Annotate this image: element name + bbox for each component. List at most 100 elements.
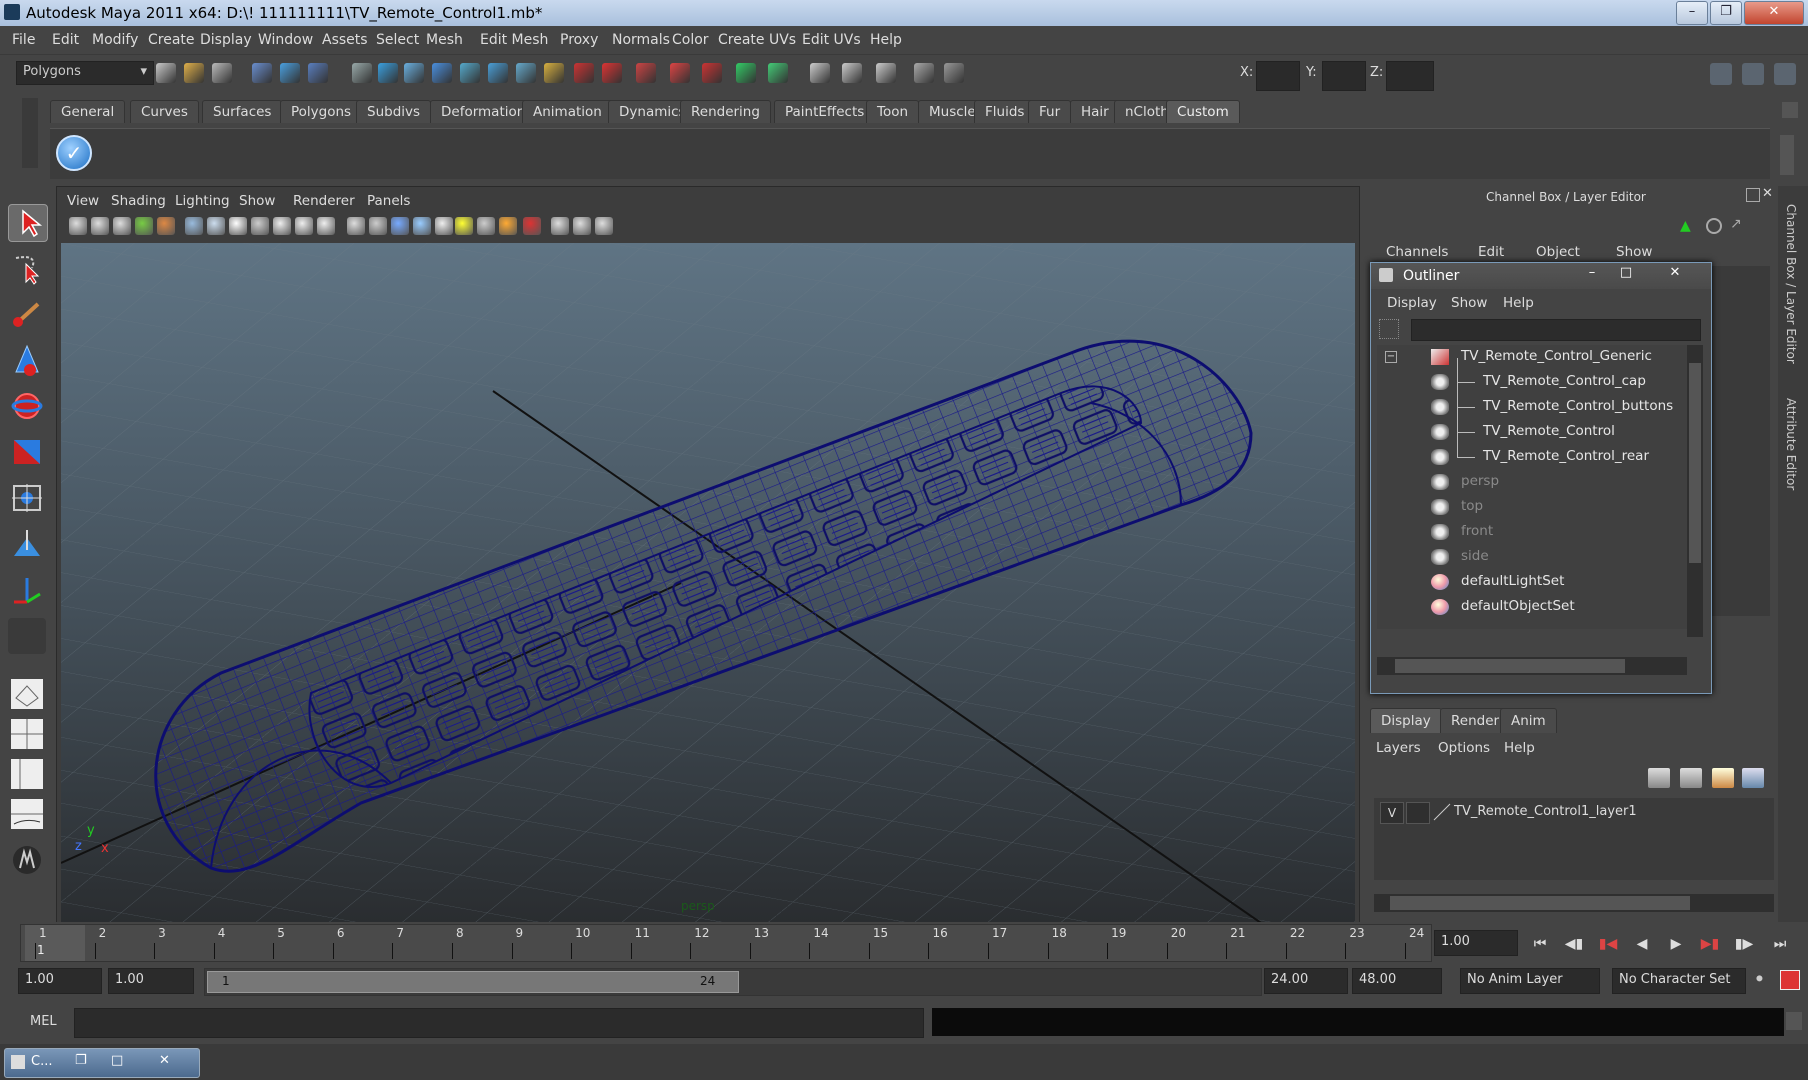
minimized-window[interactable]: C... ❐ □ ✕ — [4, 1048, 200, 1078]
tab-general[interactable]: General — [50, 100, 126, 123]
outliner-filter-icon[interactable] — [1379, 319, 1399, 339]
status-tool-icon-9[interactable] — [404, 63, 424, 83]
status-tool-icon-17[interactable] — [636, 63, 656, 83]
new-layer-icon[interactable] — [1648, 768, 1670, 788]
shelf-menu-icon[interactable] — [1782, 102, 1798, 118]
lasso-tool-icon[interactable] — [8, 250, 46, 286]
z-field[interactable] — [1386, 61, 1434, 91]
play-backward-icon[interactable]: ◀ — [1628, 930, 1656, 958]
playback-end-field[interactable]: 24.00 — [1264, 968, 1348, 994]
camera-attributes-icon[interactable] — [91, 217, 109, 235]
status-tool-icon-26[interactable] — [944, 63, 964, 83]
layer-menu-layers[interactable]: Layers — [1376, 740, 1421, 756]
viewport-menu-panels[interactable]: Panels — [367, 193, 410, 209]
menu-assets[interactable]: Assets — [322, 32, 368, 48]
outliner-title-bar[interactable]: Outliner – □ ✕ — [1371, 263, 1711, 289]
outliner-menu-show[interactable]: Show — [1451, 295, 1487, 311]
viewport-menu-lighting[interactable]: Lighting — [175, 193, 230, 209]
channel-box-mode-icon[interactable]: ▲ — [1680, 218, 1691, 234]
menu-color[interactable]: Color — [672, 32, 709, 48]
status-tool-icon-10[interactable] — [432, 63, 452, 83]
grid-icon[interactable] — [185, 217, 203, 235]
menu-set-dropdown[interactable]: Polygons ▾ — [16, 61, 154, 85]
status-tool-icon-18[interactable] — [670, 63, 690, 83]
perspective-viewport[interactable]: y x z persp — [61, 243, 1355, 923]
show-manipulator-icon[interactable] — [8, 572, 46, 608]
menu-select[interactable]: Select — [376, 32, 419, 48]
layer-scrollbar[interactable] — [1374, 894, 1774, 912]
status-tool-icon-7[interactable] — [352, 63, 372, 83]
minimized-maximize-icon[interactable]: □ — [111, 1053, 123, 1068]
collapse-icon[interactable]: − — [1385, 351, 1397, 363]
tab-polygons[interactable]: Polygons — [280, 100, 363, 123]
shelf-handle[interactable] — [22, 98, 38, 168]
select-camera-icon[interactable] — [523, 217, 541, 235]
step-back-key-icon[interactable]: ◀▮ — [1560, 930, 1588, 958]
checker-icon[interactable] — [435, 217, 453, 235]
layer-type-toggle[interactable] — [1406, 802, 1430, 824]
outliner-item-defaultobjectset[interactable]: defaultObjectSet — [1377, 595, 1687, 620]
minimized-restore-icon[interactable]: ❐ — [75, 1053, 87, 1068]
minimize-icon[interactable]: – — [1676, 1, 1708, 25]
outliner-item-front[interactable]: front — [1377, 520, 1687, 545]
channel-box-pin-icon[interactable]: ↗ — [1730, 216, 1746, 234]
cube-icon[interactable] — [551, 217, 569, 235]
status-tool-icon-13[interactable] — [516, 63, 536, 83]
outliner-item-side[interactable]: side — [1377, 545, 1687, 570]
layer-options-icon[interactable] — [1712, 768, 1734, 788]
status-tool-icon-5[interactable] — [280, 63, 300, 83]
rotate-tool-icon[interactable] — [8, 388, 46, 424]
outliner-item-tv-remote-control-cap[interactable]: TV_Remote_Control_cap — [1377, 358, 1687, 395]
status-tool-icon-19[interactable] — [702, 63, 722, 83]
mel-label[interactable]: MEL — [30, 1014, 57, 1029]
graph-layout-icon[interactable] — [8, 796, 46, 832]
channel-box-display-icon[interactable] — [1706, 218, 1722, 234]
flat-light-icon[interactable] — [477, 217, 495, 235]
outliner-item-tv-remote-control-buttons[interactable]: TV_Remote_Control_buttons — [1377, 383, 1687, 420]
menu-create-uvs[interactable]: Create UVs — [718, 32, 796, 48]
status-tool-icon-3[interactable] — [212, 63, 232, 83]
status-tool-icon-22[interactable] — [810, 63, 830, 83]
status-tool-icon-23[interactable] — [842, 63, 862, 83]
tab-surfaces[interactable]: Surfaces — [202, 100, 283, 123]
manipulator-tool-icon[interactable] — [8, 480, 46, 516]
menu-mesh[interactable]: Mesh — [426, 32, 463, 48]
smooth-shade-icon[interactable] — [229, 217, 247, 235]
menu-proxy[interactable]: Proxy — [560, 32, 598, 48]
animation-start-field[interactable]: 1.00 — [18, 968, 102, 994]
xray-icon[interactable] — [273, 217, 291, 235]
status-tool-icon-1[interactable] — [156, 63, 176, 83]
menu-normals[interactable]: Normals — [612, 32, 670, 48]
menu-edit[interactable]: Edit — [52, 32, 79, 48]
layer-tab-display[interactable]: Display — [1370, 708, 1442, 733]
range-slider-handle[interactable]: 1 24 — [207, 971, 739, 993]
checkmark-shelf-icon[interactable]: ✓ — [56, 135, 92, 171]
layer-visibility-toggle[interactable]: V — [1380, 802, 1404, 824]
layer-color-icon[interactable] — [1432, 802, 1452, 822]
maya-logo-icon[interactable] — [8, 842, 46, 878]
script-editor-icon[interactable] — [1786, 1012, 1802, 1030]
step-back-frame-icon[interactable]: ▮◀ — [1594, 930, 1622, 958]
outliner-item-tv-remote-control[interactable]: TV_Remote_Control — [1377, 408, 1687, 445]
menu-edit-mesh[interactable]: Edit Mesh — [480, 32, 548, 48]
channel-box-menu-object[interactable]: Object — [1536, 244, 1580, 260]
outliner-item-tv-remote-control-generic[interactable]: − TV_Remote_Control_Generic — [1377, 345, 1687, 370]
status-tool-icon-12[interactable] — [488, 63, 508, 83]
menu-window[interactable]: Window — [258, 32, 313, 48]
status-tool-icon-14[interactable] — [544, 63, 564, 83]
lights-icon[interactable] — [317, 217, 335, 235]
paint-select-tool-icon[interactable] — [8, 296, 46, 332]
restore-icon[interactable]: ❐ — [1710, 1, 1742, 25]
menu-display[interactable]: Display — [200, 32, 252, 48]
playback-start-field[interactable]: 1.00 — [108, 968, 194, 994]
status-tool-icon-15[interactable] — [574, 63, 594, 83]
layer-add-icon[interactable] — [1742, 768, 1764, 788]
scale-tool-icon[interactable] — [8, 434, 46, 470]
minimized-close-icon[interactable]: ✕ — [159, 1053, 170, 1068]
channel-box-menu-show[interactable]: Show — [1616, 244, 1652, 260]
textured-icon[interactable] — [295, 217, 313, 235]
all-lights-icon[interactable] — [499, 217, 517, 235]
layer-menu-options[interactable]: Options — [1438, 740, 1490, 756]
outliner-close-icon[interactable]: ✕ — [1655, 265, 1695, 285]
tab-custom[interactable]: Custom — [1166, 100, 1240, 123]
